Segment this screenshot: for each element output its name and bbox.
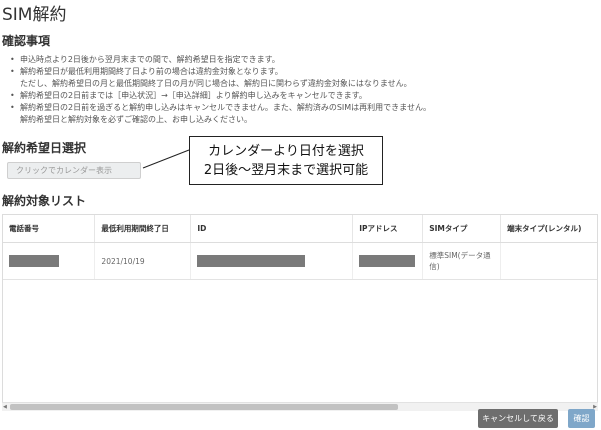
cell-sim-type: 標準SIM(データ通信) — [422, 242, 502, 280]
column-header-ip: IPアドレス — [352, 215, 424, 243]
note-item: 解約希望日の2日前を過ぎると解約申し込みはキャンセルできません。また、解約済みの… — [10, 102, 431, 114]
confirm-notes: 申込時点より2日後から翌月末までの間で、解約希望日を指定できます。 解約希望日が… — [10, 54, 431, 126]
confirm-heading: 確認事項 — [2, 34, 51, 48]
redacted-ip — [359, 255, 416, 267]
column-header-id: ID — [190, 215, 354, 243]
date-picker-input[interactable]: クリックでカレンダー表示 — [7, 162, 141, 179]
cell-device — [500, 242, 597, 280]
note-item: 申込時点より2日後から翌月末までの間で、解約希望日を指定できます。 — [10, 54, 431, 66]
confirm-button[interactable]: 確認 — [568, 409, 595, 428]
column-header-sim-type: SIMタイプ — [422, 215, 502, 243]
table-header-row: 電話番号 最低利用期間終了日 ID IPアドレス SIMタイプ 端末タイプ(レン… — [3, 215, 597, 243]
cancel-back-button[interactable]: キャンセルして戻る — [478, 409, 558, 428]
scroll-left-icon[interactable]: ◀ — [3, 403, 7, 411]
note-item: 解約希望日と解約対象を必ずご確認の上、お申し込みください。 — [20, 115, 252, 124]
cell-phone — [3, 242, 96, 280]
cell-id — [190, 242, 354, 280]
column-header-phone: 電話番号 — [3, 215, 96, 243]
note-item: ただし、解約希望日の月と最低期間終了日の月が同じ場合は、解約日に関わらず違約金対… — [20, 79, 412, 88]
callout-pointer — [142, 149, 190, 169]
cell-ip — [352, 242, 424, 280]
date-select-heading: 解約希望日選択 — [2, 141, 87, 155]
page-title: SIM解約 — [2, 5, 67, 25]
redacted-phone — [9, 255, 59, 267]
column-header-min-end: 最低利用期間終了日 — [94, 215, 192, 243]
callout-line-2: 2日後～翌月末まで選択可能 — [203, 163, 369, 178]
annotation-callout: カレンダーより日付を選択 2日後～翌月末まで選択可能 — [189, 136, 383, 185]
table-row[interactable]: 2021/10/19 標準SIM(データ通信) — [3, 242, 597, 280]
target-list-heading: 解約対象リスト — [2, 194, 87, 208]
callout-line-1: カレンダーより日付を選択 — [208, 144, 364, 159]
note-item: 解約希望日の2日前までは［申込状況］→［申込詳細］より解約申し込みをキャンセルで… — [10, 90, 431, 102]
cell-min-end: 2021/10/19 — [94, 242, 192, 280]
target-table: 電話番号 最低利用期間終了日 ID IPアドレス SIMタイプ 端末タイプ(レン… — [2, 214, 598, 410]
scrollbar-thumb[interactable] — [10, 404, 398, 410]
note-item: 解約希望日が最低利用期間終了日より前の場合は違約金対象となります。 — [10, 66, 431, 78]
column-header-device: 端末タイプ(レンタル) — [500, 215, 597, 243]
redacted-id — [197, 255, 306, 267]
